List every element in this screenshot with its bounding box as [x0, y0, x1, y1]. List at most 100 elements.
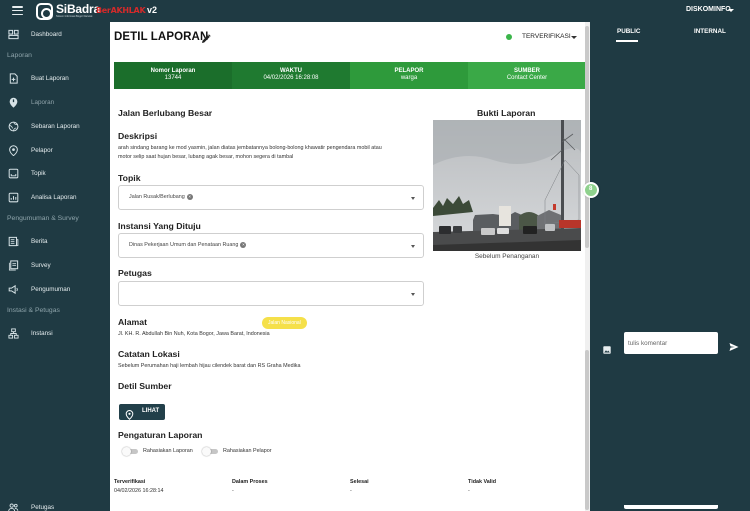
- band-value: 04/02/2026 16:28:08: [263, 75, 319, 82]
- alamat-heading: Alamat: [118, 317, 147, 327]
- tab-public[interactable]: PUBLIC: [617, 28, 640, 35]
- hamburger-menu-icon[interactable]: [12, 6, 23, 16]
- app-logo[interactable]: SiBadra Sistem Informasi Bogor Darurat: [36, 2, 100, 20]
- sidebar-item-label: Berita: [31, 237, 48, 245]
- road-type-badge: Jalan Nasional: [262, 317, 307, 329]
- logo-name: SiBadra: [56, 2, 100, 17]
- rahasiakan-pelapor-label: Rahasiakan Pelapor: [223, 448, 272, 454]
- topik-heading: Topik: [118, 173, 141, 183]
- chevron-down-icon[interactable]: [411, 197, 415, 200]
- sidebar-item-pelapor[interactable]: Pelapor: [0, 141, 108, 159]
- sidebar-item-topik[interactable]: Topik: [0, 164, 108, 182]
- bukti-heading: Bukti Laporan: [477, 108, 536, 118]
- alamat-value: Jl. KH. R. Abdullah Bin Nuh, Kota Bogor,…: [118, 331, 270, 337]
- band-value: warga: [400, 75, 418, 82]
- band-key: SUMBER: [513, 68, 540, 74]
- topik-chip[interactable]: Jalan Rusak/Berlubang ×: [129, 194, 193, 200]
- send-icon[interactable]: [729, 339, 739, 351]
- tab-public-underline: [616, 40, 638, 42]
- catatan-heading: Catatan Lokasi: [118, 349, 180, 359]
- stat-selesai-value: -: [350, 488, 352, 494]
- sidebar-item-survey[interactable]: Survey: [0, 256, 108, 274]
- logo-tagline: Sistem Informasi Bogor Darurat: [56, 15, 93, 19]
- band-waktu: WAKTU 04/02/2026 16:28:08: [232, 62, 350, 89]
- petugas-select[interactable]: [118, 281, 424, 306]
- band-nomor-laporan: Nomor Laporan 13744: [114, 62, 232, 89]
- logo-sub: BerAKHLAK: [96, 6, 146, 15]
- chevron-down-icon[interactable]: [411, 293, 415, 296]
- sidebar-item-laporan[interactable]: Laporan: [0, 93, 108, 111]
- sidebar-item-pengumuman[interactable]: Pengumuman: [0, 280, 108, 298]
- main-scrollbar-thumb-lower[interactable]: [585, 350, 589, 510]
- create-report-icon: [8, 72, 19, 84]
- sidebar-item-label: Analisa Laporan: [31, 193, 77, 201]
- comment-input-lower[interactable]: [624, 505, 718, 509]
- sidebar-item-instansi[interactable]: Instansi: [0, 324, 108, 342]
- edit-pencil-icon[interactable]: [201, 31, 211, 43]
- sidebar-item-label: Dashboard: [31, 30, 62, 38]
- rahasiakan-pelapor-toggle[interactable]: [202, 447, 220, 456]
- chip-remove-icon[interactable]: ×: [240, 242, 247, 248]
- sidebar-item-label: Pelapor: [31, 146, 53, 154]
- evidence-photo[interactable]: [433, 120, 581, 251]
- sidebar-item-dashboard[interactable]: Dashboard: [0, 25, 108, 43]
- comments-panel: PUBLIC INTERNAL tulis komentar: [590, 22, 750, 511]
- org-icon: [8, 327, 19, 339]
- photo-caption: Sebelum Penanganan: [474, 253, 540, 260]
- status-dropdown[interactable]: TERVERIFIKASI: [522, 33, 571, 40]
- chip-remove-icon[interactable]: ×: [186, 194, 193, 200]
- deskripsi-heading: Deskripsi: [118, 131, 158, 141]
- band-pelapor: PELAPOR warga: [350, 62, 468, 89]
- deskripsi-line-2: motor selip saat hujan besar, lubang aga…: [118, 154, 294, 160]
- rahasiakan-laporan-toggle[interactable]: [122, 447, 140, 456]
- catatan-value: Sebelum Perumahan haji lembah hijau cile…: [118, 363, 301, 369]
- survey-icon: [8, 259, 19, 271]
- sidebar-item-sebaran-laporan[interactable]: Sebaran Laporan: [0, 117, 108, 135]
- topik-chip-label: Jalan Rusak/Berlubang: [129, 194, 185, 200]
- attach-image-icon[interactable]: [603, 341, 611, 354]
- lihat-label: LIHAT: [142, 408, 160, 414]
- officer-icon: [8, 502, 19, 511]
- report-title: Jalan Berlubang Besar: [118, 108, 213, 118]
- instansi-chip[interactable]: Dinas Pekerjaan Umum dan Penataan Ruang ×: [129, 242, 247, 248]
- chevron-down-icon[interactable]: [411, 245, 415, 248]
- band-key: Nomor Laporan: [150, 68, 196, 74]
- sumber-heading: Detil Sumber: [118, 381, 172, 391]
- news-icon: [8, 236, 19, 247]
- comment-input[interactable]: tulis komentar: [624, 332, 718, 354]
- comment-placeholder: tulis komentar: [628, 340, 668, 347]
- tab-internal[interactable]: INTERNAL: [694, 28, 726, 35]
- globe-icon: [8, 121, 19, 132]
- topik-select[interactable]: Jalan Rusak/Berlubang ×: [118, 185, 424, 210]
- sidebar-item-label: Laporan: [31, 98, 55, 106]
- sidebar-item-petugas[interactable]: Petugas: [0, 498, 108, 511]
- band-value: 13744: [164, 75, 182, 82]
- chat-fab-button[interactable]: 8: [583, 182, 599, 198]
- status-caret-icon[interactable]: [571, 36, 577, 39]
- deskripsi-line-1: arah sindang barang ke mod yasmin, jalan…: [118, 145, 382, 151]
- sidebar-section-laporan: Laporan: [7, 52, 32, 59]
- report-detail-panel: DETIL LAPORAN TERVERIFIKASI Nomor Lapora…: [110, 22, 588, 511]
- instansi-heading: Instansi Yang Dituju: [118, 221, 201, 231]
- petugas-heading: Petugas: [118, 268, 152, 278]
- sidebar-item-label: Survey: [31, 261, 51, 269]
- sidebar-item-label: Pengumuman: [31, 285, 71, 293]
- page-title: DETIL LAPORAN: [114, 31, 209, 43]
- band-key: PELAPOR: [394, 68, 424, 74]
- megaphone-icon: [8, 284, 19, 295]
- sidebar-item-analisa-laporan[interactable]: Analisa Laporan: [0, 188, 108, 206]
- stat-terverifikasi-value: 04/02/2026 16:28:14: [114, 488, 164, 494]
- lihat-button[interactable]: LIHAT: [119, 404, 165, 420]
- sidebar-item-berita[interactable]: Berita: [0, 232, 108, 250]
- stat-dalam-proses-label: Dalam Proses: [232, 479, 268, 485]
- sidebar-item-label: Buat Laporan: [31, 74, 69, 82]
- sidebar-item-buat-laporan[interactable]: Buat Laporan: [0, 69, 108, 87]
- stat-terverifikasi-label: Terverifikasi: [114, 479, 146, 485]
- sidebar-section-instasi: Instasi & Petugas: [7, 307, 60, 314]
- instansi-select[interactable]: Dinas Pekerjaan Umum dan Penataan Ruang ×: [118, 233, 424, 258]
- user-caret-icon[interactable]: [728, 9, 734, 12]
- stat-tidak-valid-value: -: [468, 488, 470, 494]
- user-menu[interactable]: DISKOMINFO: [686, 6, 731, 13]
- main-scrollbar-thumb[interactable]: [585, 26, 589, 248]
- sidebar-item-label: Sebaran Laporan: [31, 122, 80, 130]
